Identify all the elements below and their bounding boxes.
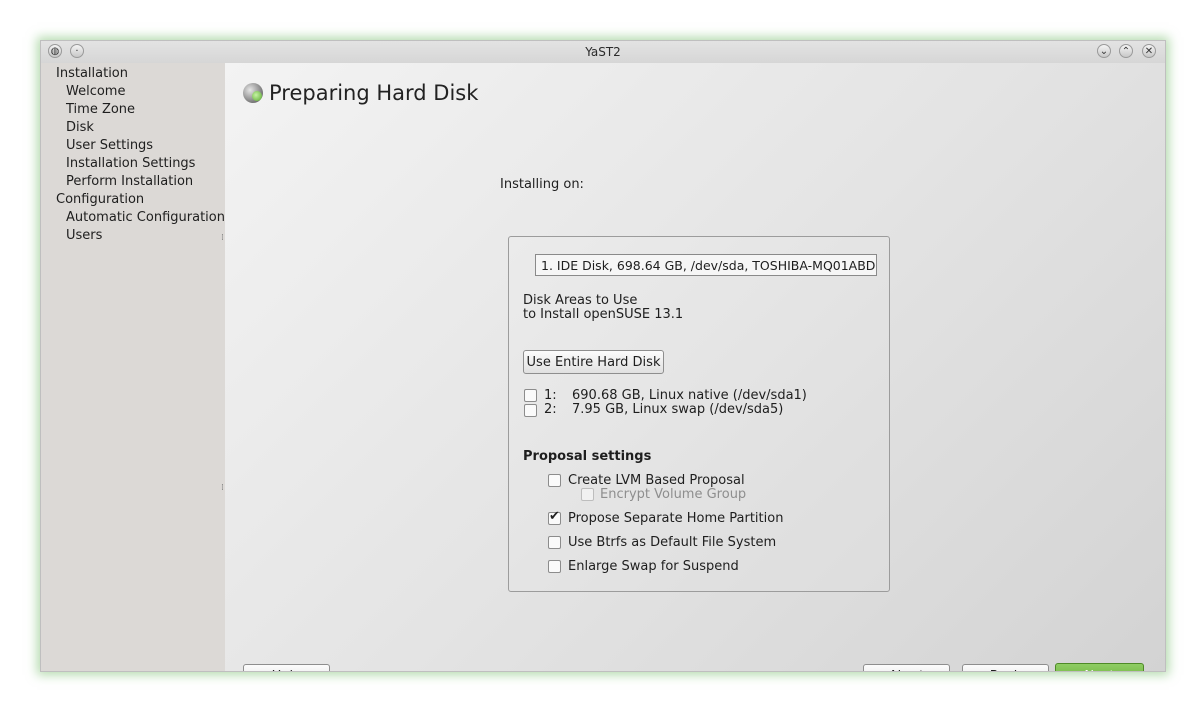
encrypt-volume-group-label: Encrypt Volume Group — [600, 487, 747, 502]
step-users: Users — [66, 228, 103, 243]
minimize-icon[interactable]: ⌄ — [1097, 44, 1111, 58]
separate-home-checkbox[interactable]: ✔ — [548, 509, 561, 525]
enlarge-swap-label: Enlarge Swap for Suspend — [568, 559, 739, 574]
lvm-proposal-label: Create LVM Based Proposal — [568, 473, 745, 488]
separate-home-label: Propose Separate Home Partition — [568, 511, 784, 526]
next-button[interactable]: Next — [1055, 663, 1144, 671]
installing-on-frame: 1. IDE Disk, 698.64 GB, /dev/sda, TOSHIB… — [508, 236, 890, 592]
back-button[interactable]: Back — [962, 664, 1049, 671]
page-title: Preparing Hard Disk — [269, 81, 479, 105]
step-automatic-configuration: Automatic Configuration — [66, 210, 225, 225]
lvm-proposal-checkbox[interactable] — [548, 474, 561, 487]
partition-1-checkbox[interactable] — [524, 389, 537, 402]
title-bar[interactable]: ◍ · YaST2 ⌄ ⌃ ✕ — [41, 41, 1165, 63]
step-time-zone: Time Zone — [66, 102, 136, 117]
installing-on-label: Installing on: — [500, 177, 584, 192]
window-title: YaST2 — [585, 45, 621, 59]
disk-areas-sublabel: to Install openSUSE 13.1 — [523, 307, 684, 322]
partition-2-number: 2: — [544, 402, 557, 417]
step-user-settings: User Settings — [66, 138, 154, 153]
enlarge-swap-checkbox[interactable] — [548, 560, 561, 573]
btrfs-default-checkbox[interactable] — [548, 536, 561, 549]
installation-steps-sidebar: Installation Welcome Time Zone Disk User… — [41, 63, 225, 671]
partition-1-number: 1: — [544, 388, 557, 403]
splitter-handle[interactable]: ⁞ — [221, 234, 224, 243]
yast-window: ◍ · YaST2 ⌄ ⌃ ✕ Installation Welcome Tim… — [40, 40, 1166, 672]
main-content: Preparing Hard Disk Installing on: 1. ID… — [225, 63, 1165, 671]
step-configuration: Configuration — [56, 192, 145, 207]
splitter-handle[interactable]: ⁞ — [221, 484, 224, 493]
proposal-settings-heading: Proposal settings — [523, 449, 652, 464]
partition-1-description: 690.68 GB, Linux native (/dev/sda1) — [572, 388, 807, 403]
btrfs-default-label: Use Btrfs as Default File System — [568, 535, 777, 550]
help-button[interactable]: Help — [243, 664, 330, 671]
maximize-icon[interactable]: ⌃ — [1119, 44, 1133, 58]
step-installation: Installation — [56, 66, 129, 81]
close-icon[interactable]: ✕ — [1142, 44, 1156, 58]
yast-disk-icon — [243, 83, 263, 103]
abort-button[interactable]: Abort — [863, 664, 950, 671]
disk-selector[interactable]: 1. IDE Disk, 698.64 GB, /dev/sda, TOSHIB… — [535, 254, 877, 276]
step-perform-installation: Perform Installation — [66, 174, 194, 189]
checkmark-icon: ✔ — [549, 509, 560, 524]
encrypt-volume-group-checkbox[interactable] — [581, 488, 594, 501]
step-disk: Disk — [66, 120, 94, 135]
partition-2-checkbox[interactable] — [524, 404, 537, 417]
step-welcome: Welcome — [66, 84, 126, 99]
step-installation-settings: Installation Settings — [66, 156, 196, 171]
disk-areas-label: Disk Areas to Use — [523, 293, 638, 308]
partition-2-description: 7.95 GB, Linux swap (/dev/sda5) — [572, 402, 784, 417]
use-entire-hard-disk-button[interactable]: Use Entire Hard Disk — [523, 350, 664, 374]
